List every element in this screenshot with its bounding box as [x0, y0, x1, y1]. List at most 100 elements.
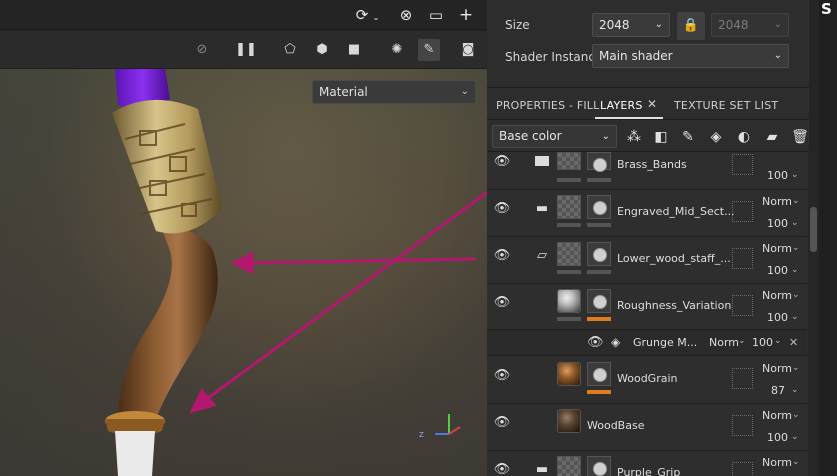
top-toolbar: ⟳ ⌄ ⊗ ▭ +: [0, 0, 487, 30]
layer-list-scrollbar[interactable]: [808, 152, 819, 476]
effect-name: Grunge M...: [633, 336, 698, 349]
history-clock-icon[interactable]: ⊗: [396, 5, 416, 25]
chevron-down-icon[interactable]: ⌄: [791, 265, 799, 275]
chevron-down-icon[interactable]: ⌄: [774, 336, 782, 346]
chevron-down-icon[interactable]: ⌄: [792, 410, 800, 420]
screenshot-camera-icon[interactable]: ◙: [457, 39, 479, 61]
effect-blend-mode[interactable]: Norm: [709, 336, 739, 349]
eye-icon[interactable]: 👁: [587, 335, 604, 350]
layer-list: 👁 Brass_Bands 100 ⌄ 👁 ▬ Engraved_Mid_Sec…: [487, 152, 807, 476]
layer-opacity[interactable]: 100: [767, 264, 788, 277]
blend-indicator: [732, 201, 753, 222]
visibility-off-icon[interactable]: ⊘: [191, 39, 213, 61]
tab-texture-set-list[interactable]: TEXTURE SET LIST: [674, 99, 778, 112]
layer-opacity[interactable]: 100: [767, 311, 788, 324]
shader-instance-select[interactable]: Main shader ⌄: [592, 44, 789, 68]
viewport-display-select[interactable]: Material ⌄: [312, 80, 476, 104]
panel-tabs: PROPERTIES - FILL LAYERS ✕ TEXTURE SET L…: [487, 93, 809, 120]
layer-channel-bar: [557, 178, 581, 182]
layer-blend-mode[interactable]: Norm: [762, 409, 792, 422]
folder-open-icon[interactable]: ▱: [533, 248, 551, 263]
camera-video-icon[interactable]: ■: [343, 39, 365, 61]
chevron-down-icon[interactable]: ⌄: [792, 457, 800, 467]
refresh-dropdown-icon[interactable]: ⌄: [366, 8, 386, 28]
tab-properties-fill[interactable]: PROPERTIES - FILL: [496, 99, 599, 112]
layer-row[interactable]: 👁 ▬ Engraved_Mid_Sect... Norm ⌄ 100 ⌄: [487, 190, 807, 237]
light-icon[interactable]: ✺: [386, 39, 408, 61]
shader-instance-label: Shader Instance: [505, 50, 603, 64]
eye-icon[interactable]: 👁: [493, 154, 511, 169]
cube-icon[interactable]: ⬢: [311, 39, 333, 61]
add-fill-layer-icon[interactable]: ◈: [705, 126, 727, 148]
eye-icon[interactable]: 👁: [493, 295, 511, 310]
layer-row[interactable]: 👁 Roughness_Variation Norm ⌄ 100 ⌄: [487, 284, 807, 330]
chevron-down-icon[interactable]: ⌄: [792, 243, 800, 253]
chevron-down-icon[interactable]: ⌄: [738, 336, 746, 346]
layer-row[interactable]: 👁 ▱ Lower_wood_staff_... Norm ⌄ 100 ⌄: [487, 237, 807, 284]
layer-blend-mode[interactable]: Norm: [762, 195, 792, 208]
white-tip: [115, 431, 155, 476]
layer-blend-mode[interactable]: Norm: [762, 289, 792, 302]
mask-thumbnail: [587, 195, 611, 219]
material-thumbnail: [557, 289, 581, 313]
blend-indicator: [732, 248, 753, 269]
staff-render: Z: [105, 69, 487, 476]
add-paint-layer-icon[interactable]: ✎: [677, 126, 699, 148]
size-linked-value: 2048: [718, 18, 749, 32]
chevron-down-icon[interactable]: ⌄: [791, 432, 799, 442]
channel-select[interactable]: Base color ⌄: [492, 125, 617, 148]
lock-icon[interactable]: 🔒: [677, 12, 705, 40]
size-select[interactable]: 2048 ⌄: [592, 13, 670, 37]
chevron-down-icon[interactable]: ⌄: [792, 290, 800, 300]
layer-opacity[interactable]: 100: [767, 217, 788, 230]
window-icon[interactable]: ▭: [426, 5, 446, 25]
scrollbar-thumb[interactable]: [810, 207, 817, 252]
folder-icon[interactable]: ▬: [533, 462, 551, 476]
chevron-down-icon[interactable]: ⌄: [791, 170, 799, 180]
close-tab-icon[interactable]: ✕: [647, 97, 657, 111]
add-icon[interactable]: +: [456, 5, 476, 25]
delete-trash-icon[interactable]: 🗑: [789, 126, 811, 148]
layer-row[interactable]: 👁 WoodBase Norm ⌄ 100 ⌄: [487, 404, 807, 451]
chevron-down-icon[interactable]: ⌄: [791, 218, 799, 228]
layer-row[interactable]: 👁 WoodGrain Norm ⌄ 87 ⌄: [487, 356, 807, 404]
paint-brush-icon[interactable]: ✎: [418, 39, 440, 61]
layer-name: Purple_Grip: [617, 466, 681, 476]
add-mask-icon[interactable]: ◐: [733, 126, 755, 148]
3d-viewport[interactable]: Z Material ⌄: [0, 69, 487, 476]
chevron-down-icon[interactable]: ⌄: [791, 312, 799, 322]
chevron-down-icon[interactable]: ⌄: [792, 196, 800, 206]
add-folder-icon[interactable]: ▰: [761, 126, 783, 148]
layer-name: WoodGrain: [617, 372, 678, 385]
material-thumbnail: [557, 362, 581, 386]
close-icon[interactable]: ✕: [789, 336, 798, 349]
folder-icon[interactable]: ▬: [533, 201, 551, 216]
eye-icon[interactable]: 👁: [493, 368, 511, 383]
layer-opacity[interactable]: 100: [767, 169, 788, 182]
layer-channel-bar: [557, 223, 581, 227]
layer-blend-mode[interactable]: Norm: [762, 242, 792, 255]
layer-row[interactable]: 👁 Brass_Bands 100 ⌄: [487, 152, 807, 190]
layer-opacity[interactable]: 100: [767, 431, 788, 444]
pause-icon[interactable]: ❚❚: [235, 39, 257, 61]
layer-opacity[interactable]: 87: [771, 384, 785, 397]
tab-layers[interactable]: LAYERS: [600, 99, 643, 112]
mask-thumbnail: [587, 289, 611, 313]
eye-icon[interactable]: 👁: [493, 462, 511, 476]
add-effect-icon[interactable]: ◧: [650, 126, 672, 148]
blend-indicator: [732, 295, 753, 316]
mask-channel-bar: [587, 390, 611, 394]
eye-icon[interactable]: 👁: [493, 201, 511, 216]
layer-row[interactable]: 👁 ▬ Purple_Grip Norm ⌄: [487, 451, 807, 476]
eye-icon[interactable]: 👁: [493, 415, 511, 430]
effect-opacity[interactable]: 100: [752, 336, 773, 349]
chevron-down-icon[interactable]: ⌄: [791, 385, 799, 395]
magic-wand-icon[interactable]: ⁂: [623, 126, 645, 148]
eye-icon[interactable]: 👁: [493, 248, 511, 263]
layer-blend-mode[interactable]: Norm: [762, 362, 792, 375]
shape-select-icon[interactable]: ⬠: [279, 39, 301, 61]
layer-blend-mode[interactable]: Norm: [762, 456, 792, 469]
mask-effect-row[interactable]: 👁 ◈ Grunge M... Norm ⌄ 100 ⌄ ✕: [487, 330, 807, 356]
mask-thumbnail: [587, 362, 611, 386]
chevron-down-icon[interactable]: ⌄: [792, 363, 800, 373]
